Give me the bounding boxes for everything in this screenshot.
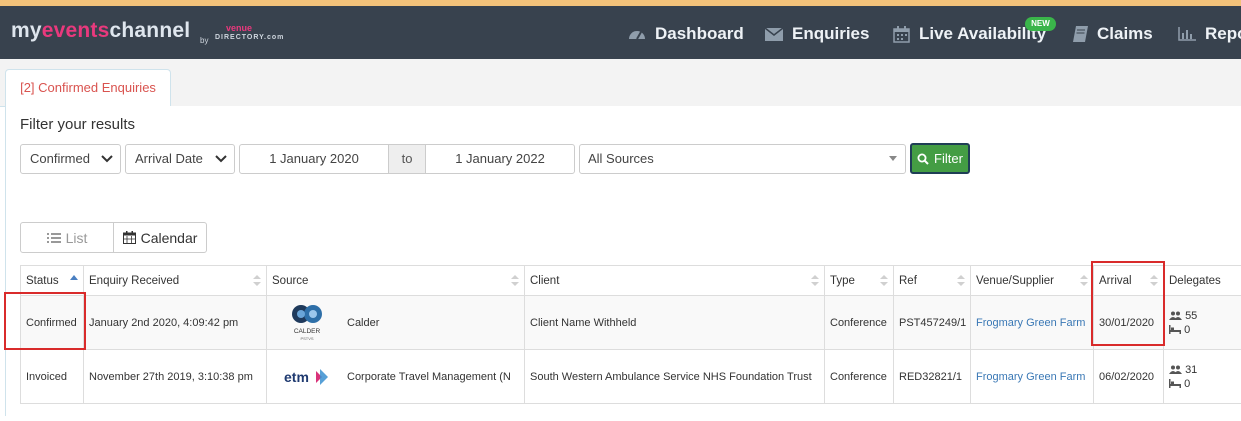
users-icon bbox=[1169, 311, 1182, 320]
column-header-source[interactable]: Source bbox=[266, 265, 525, 296]
sort-icon bbox=[511, 275, 519, 286]
column-header-delegates[interactable]: Delegates bbox=[1163, 265, 1241, 296]
column-header-ref[interactable]: Ref bbox=[893, 265, 971, 296]
chevron-down-icon bbox=[101, 155, 113, 163]
calendar-icon bbox=[122, 231, 136, 244]
status-select[interactable]: Confirmed bbox=[20, 144, 121, 174]
cell-enquiry-received: November 27th 2019, 3:10:38 pm bbox=[83, 349, 267, 404]
logo-directory-text: DIRECTORY.com bbox=[215, 34, 285, 41]
list-icon bbox=[46, 232, 61, 243]
tab-bar bbox=[0, 59, 1241, 107]
sort-icon bbox=[957, 275, 965, 286]
book-icon bbox=[1073, 26, 1088, 42]
nav-item-enquiries[interactable]: Enquiries bbox=[765, 23, 869, 45]
tab-confirmed-enquiries[interactable]: [2] Confirmed Enquiries bbox=[5, 69, 171, 107]
date-from-input[interactable]: 1 January 2020 bbox=[239, 144, 389, 174]
logo-venue-text: venue bbox=[226, 23, 253, 33]
venue-link[interactable]: Frogmary Green Farm bbox=[976, 371, 1085, 383]
bedroom-count: 0 bbox=[1184, 323, 1191, 336]
filter-title: Filter your results bbox=[20, 116, 136, 133]
source-select-value: All Sources bbox=[588, 151, 654, 166]
app-logo[interactable]: myeventschannel bbox=[11, 19, 190, 43]
envelope-icon bbox=[765, 27, 783, 41]
source-name: Corporate Travel Management (N bbox=[347, 370, 511, 383]
filter-button-label: Filter bbox=[934, 151, 963, 166]
delegate-count: 31 bbox=[1185, 363, 1198, 376]
source-name: Calder bbox=[347, 316, 380, 329]
cell-source: CALDER PSTVS Calder bbox=[266, 295, 525, 350]
nav-label-claims: Claims bbox=[1097, 24, 1153, 43]
column-header-type[interactable]: Type bbox=[824, 265, 894, 296]
table-header-row: Status Enquiry Received Source Client Ty… bbox=[20, 265, 1241, 296]
status-select-value: Confirmed bbox=[30, 151, 90, 166]
top-navbar: myeventschannel by venue DIRECTORY.com D… bbox=[0, 6, 1241, 59]
logo-by-text: by bbox=[200, 36, 209, 45]
cell-status: Invoiced bbox=[20, 349, 84, 404]
column-header-client[interactable]: Client bbox=[524, 265, 825, 296]
dashboard-icon bbox=[629, 31, 645, 40]
cell-enquiry-received: January 2nd 2020, 4:09:42 pm bbox=[83, 295, 267, 350]
cell-ref: RED32821/1 bbox=[893, 349, 971, 404]
calendar-view-button[interactable]: Calendar bbox=[113, 222, 207, 253]
cell-source: etm Corporate Travel Management (N bbox=[266, 349, 525, 404]
source-select[interactable]: All Sources bbox=[579, 144, 906, 174]
nav-item-live-availability[interactable]: Live Availability bbox=[893, 23, 1046, 45]
calendar-icon bbox=[893, 25, 910, 43]
svg-text:etm: etm bbox=[284, 369, 309, 385]
column-header-enquiry-received[interactable]: Enquiry Received bbox=[83, 265, 267, 296]
list-view-label: List bbox=[65, 229, 88, 246]
sort-icon bbox=[880, 275, 888, 286]
cell-arrival: 06/02/2020 bbox=[1093, 349, 1164, 404]
list-view-button[interactable]: List bbox=[20, 222, 114, 253]
filter-button[interactable]: Filter bbox=[910, 143, 970, 174]
nav-item-dashboard[interactable]: Dashboard bbox=[628, 23, 744, 45]
calder-logo: CALDER PSTVS bbox=[277, 303, 337, 343]
cell-venue: Frogmary Green Farm bbox=[970, 295, 1094, 350]
bed-icon bbox=[1169, 379, 1181, 388]
nav-label-dashboard: Dashboard bbox=[655, 24, 744, 43]
cell-venue: Frogmary Green Farm bbox=[970, 349, 1094, 404]
cell-client: South Western Ambulance Service NHS Foun… bbox=[524, 349, 825, 404]
nav-label-enquiries: Enquiries bbox=[792, 24, 870, 43]
bedroom-count: 0 bbox=[1184, 377, 1191, 390]
table-row[interactable]: Invoiced November 27th 2019, 3:10:38 pm … bbox=[20, 349, 1241, 404]
sort-asc-icon bbox=[70, 275, 78, 280]
chevron-down-icon bbox=[215, 155, 227, 163]
search-icon bbox=[917, 153, 929, 165]
venue-link[interactable]: Frogmary Green Farm bbox=[976, 317, 1085, 329]
svg-text:PSTVS: PSTVS bbox=[300, 336, 313, 341]
cell-type: Conference bbox=[824, 295, 894, 350]
cell-type: Conference bbox=[824, 349, 894, 404]
caret-down-icon bbox=[889, 156, 897, 161]
date-range-to-label: to bbox=[388, 144, 426, 174]
sort-icon bbox=[811, 275, 819, 286]
sort-icon bbox=[253, 275, 261, 286]
new-badge: NEW bbox=[1025, 17, 1056, 31]
enquiries-table: Status Enquiry Received Source Client Ty… bbox=[20, 265, 1241, 404]
date-to-input[interactable]: 1 January 2022 bbox=[425, 144, 575, 174]
cell-delegates: 31 0 bbox=[1163, 349, 1241, 404]
cell-delegates: 55 0 bbox=[1163, 295, 1241, 350]
table-row[interactable]: Confirmed January 2nd 2020, 4:09:42 pm C… bbox=[20, 295, 1241, 350]
calendar-view-label: Calendar bbox=[140, 229, 198, 246]
column-header-venue[interactable]: Venue/Supplier bbox=[970, 265, 1094, 296]
bar-chart-icon bbox=[1178, 27, 1196, 41]
delegate-count: 55 bbox=[1185, 309, 1198, 322]
users-icon bbox=[1169, 365, 1182, 374]
arrival-highlight-box bbox=[1091, 261, 1165, 346]
sort-icon bbox=[1080, 275, 1088, 286]
date-field-select[interactable]: Arrival Date bbox=[125, 144, 235, 174]
cell-ref: PST457249/1 bbox=[893, 295, 971, 350]
nav-label-reports: Repo bbox=[1205, 24, 1241, 43]
cell-client: Client Name Withheld bbox=[524, 295, 825, 350]
etm-logo: etm bbox=[277, 357, 337, 397]
date-field-select-value: Arrival Date bbox=[135, 151, 203, 166]
column-header-status[interactable]: Status bbox=[20, 265, 84, 296]
status-highlight-box bbox=[4, 292, 86, 350]
svg-text:CALDER: CALDER bbox=[294, 328, 321, 335]
bed-icon bbox=[1169, 325, 1181, 334]
nav-item-reports[interactable]: Repo bbox=[1178, 23, 1241, 45]
nav-item-claims[interactable]: Claims bbox=[1073, 23, 1153, 45]
